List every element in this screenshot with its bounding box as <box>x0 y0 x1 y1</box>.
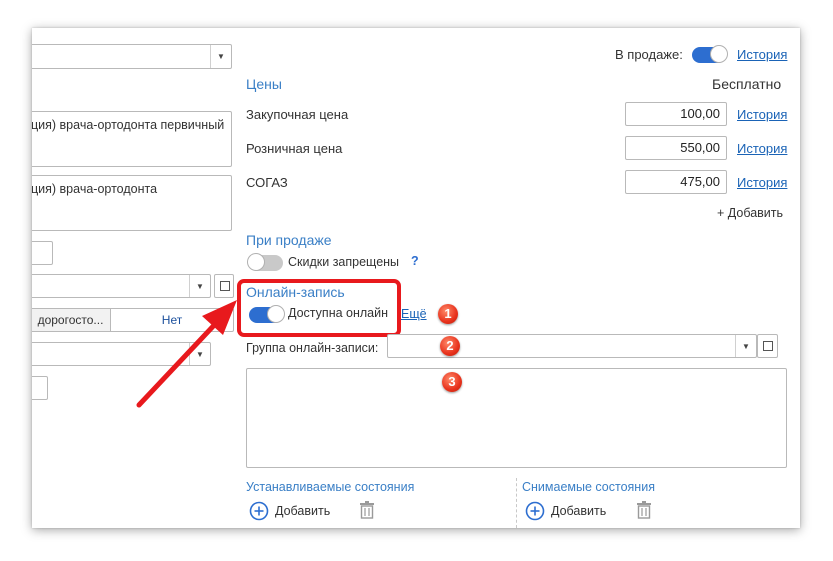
open-window-icon <box>763 341 773 351</box>
retail-price-history-link[interactable]: История <box>737 141 787 156</box>
price-row-label: Закупочная цена <box>246 107 349 122</box>
left-small-input-2[interactable] <box>32 376 48 400</box>
online-group-label: Группа онлайн-записи: <box>246 341 379 355</box>
price-row-label: СОГАЗ <box>246 175 288 190</box>
help-icon[interactable]: ? <box>411 254 419 268</box>
step-badge-3: 3 <box>442 372 462 392</box>
on-sale-label: В продаже: <box>615 47 683 62</box>
free-label: Бесплатно <box>712 76 782 92</box>
add-price-button[interactable]: + Добавить <box>717 206 783 220</box>
toggle-knob <box>710 45 728 63</box>
trash-icon[interactable] <box>359 501 375 519</box>
online-group-open-button[interactable] <box>757 334 778 358</box>
more-link[interactable]: Ещё <box>401 307 427 321</box>
segment-expensive-label: дорогосто... <box>37 313 104 327</box>
removed-states-add-label: Добавить <box>551 504 607 518</box>
purchase-price-value: 100,00 <box>680 106 720 121</box>
discounts-toggle[interactable] <box>247 253 283 271</box>
price-row-label: Розничная цена <box>246 141 343 156</box>
trash-icon[interactable] <box>636 501 652 519</box>
on-sale-toggle[interactable] <box>692 45 728 63</box>
sogaz-price-input[interactable]: 475,00 <box>625 170 727 194</box>
set-states-add-button[interactable]: Добавить <box>249 501 330 521</box>
step-badge-1: 1 <box>438 304 458 324</box>
sogaz-price-value: 475,00 <box>680 174 720 189</box>
left-textarea-2-text: ция) врача-ортодонта <box>32 182 158 196</box>
removed-states-add-button[interactable]: Добавить <box>525 501 606 521</box>
online-group-textarea[interactable] <box>246 368 787 468</box>
states-divider <box>516 478 517 528</box>
highlight-frame <box>237 279 401 337</box>
set-states-add-label: Добавить <box>275 504 331 518</box>
plus-circle-icon <box>525 501 545 521</box>
on-sale-section-title: При продаже <box>246 232 332 248</box>
on-sale-history-link[interactable]: История <box>737 47 787 62</box>
prices-section-title: Цены <box>246 76 282 92</box>
retail-price-value: 550,00 <box>680 140 720 155</box>
toggle-knob <box>247 253 265 271</box>
left-dropdown-top[interactable]: ▼ <box>32 44 232 69</box>
chevron-down-icon[interactable]: ▼ <box>735 335 756 357</box>
plus-circle-icon <box>249 501 269 521</box>
set-states-title: Устанавливаемые состояния <box>246 480 415 494</box>
purchase-price-history-link[interactable]: История <box>737 107 787 122</box>
step-badge-2: 2 <box>440 336 460 356</box>
purchase-price-input[interactable]: 100,00 <box>625 102 727 126</box>
annotation-arrow <box>136 300 237 408</box>
chevron-down-icon[interactable]: ▼ <box>210 45 231 68</box>
left-textarea-2[interactable]: ция) врача-ортодонта <box>32 175 232 231</box>
sogaz-price-history-link[interactable]: История <box>737 175 787 190</box>
removed-states-title: Снимаемые состояния <box>522 480 655 494</box>
left-textarea-1-text: ция) врача-ортодонта первичный <box>32 118 225 132</box>
segment-expensive[interactable]: дорогосто... <box>32 309 111 331</box>
form-window: ▼ ция) врача-ортодонта первичный ция) вр… <box>32 28 800 528</box>
left-small-input-1[interactable] <box>32 241 53 265</box>
discounts-label: Скидки запрещены <box>288 255 400 269</box>
retail-price-input[interactable]: 550,00 <box>625 136 727 160</box>
left-textarea-1[interactable]: ция) врача-ортодонта первичный <box>32 111 232 167</box>
